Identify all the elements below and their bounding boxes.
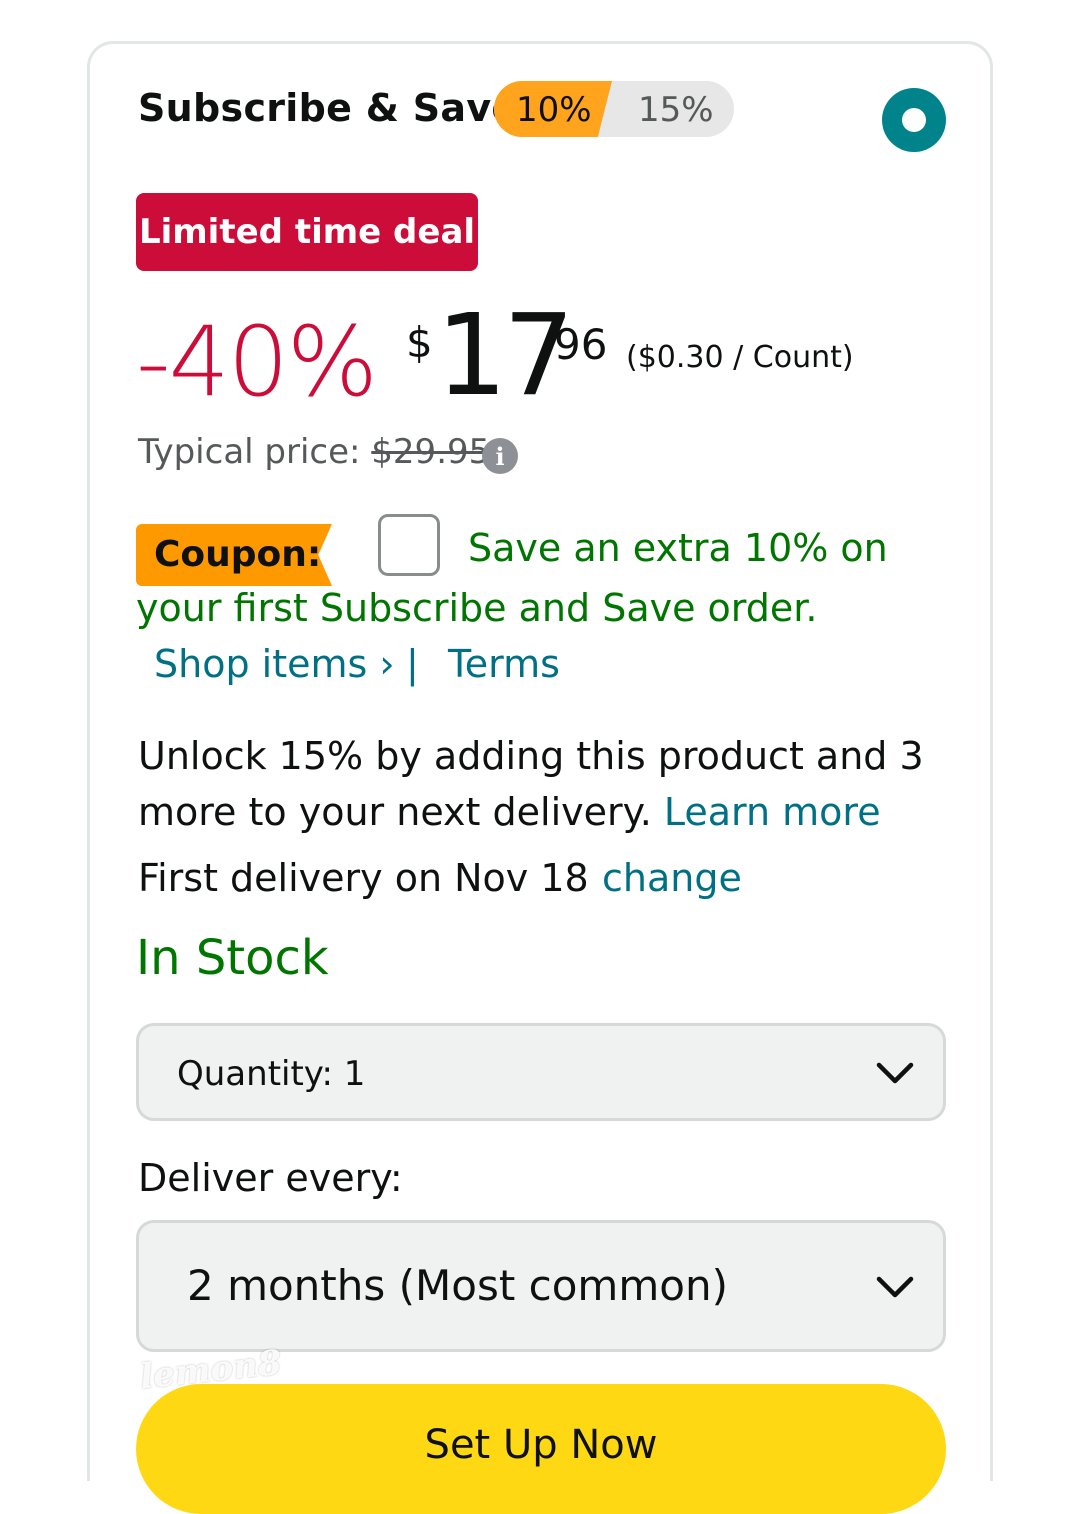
radio-selected-dot (902, 108, 926, 132)
typical-price-label: Typical price: (138, 432, 372, 472)
shop-items-link[interactable]: Shop items › (154, 642, 395, 686)
set-up-now-label: Set Up Now (424, 1422, 658, 1468)
change-delivery-link[interactable]: change (602, 856, 742, 900)
chevron-down-icon (876, 1276, 914, 1298)
learn-more-link[interactable]: Learn more (664, 790, 881, 834)
delivery-frequency-value: 2 months (Most common) (187, 1261, 728, 1310)
tier-10-label: 10% (516, 90, 592, 130)
unlock-text-line1: Unlock 15% by adding this product and 3 (138, 734, 924, 778)
subscribe-save-title: Subscribe & Save: (138, 86, 533, 130)
limited-deal-badge: Limited time deal (136, 193, 478, 271)
tier-15-label: 15% (638, 90, 714, 130)
price-currency-symbol: $ (406, 318, 433, 367)
typical-price: Typical price: $29.95 (138, 432, 490, 472)
delivery-frequency-dropdown[interactable]: 2 months (Most common) (136, 1220, 946, 1352)
discount-percent: -40% (136, 306, 378, 418)
unit-price: ($0.30 / Count) (626, 340, 854, 375)
set-up-now-button[interactable]: Set Up Now (136, 1384, 946, 1514)
quantity-value: Quantity: 1 (177, 1054, 366, 1094)
subscribe-save-card: Subscribe & Save: 10% 15% Limited time d… (87, 41, 993, 1514)
deliver-every-label: Deliver every: (138, 1156, 403, 1200)
info-icon[interactable]: i (482, 438, 518, 474)
coupon-checkbox[interactable] (378, 514, 440, 576)
typical-price-value: $29.95 (371, 432, 491, 472)
unlock-text-line2-body: more to your next delivery. (138, 790, 664, 834)
stock-status: In Stock (136, 930, 329, 986)
first-delivery-text: First delivery on Nov 18 (138, 856, 589, 900)
coupon-label: Coupon: (154, 534, 322, 575)
quantity-dropdown[interactable]: Quantity: 1 (136, 1023, 946, 1121)
subscribe-radio-button[interactable] (882, 88, 946, 152)
link-separator: | (406, 642, 419, 686)
savings-tier-pill: 10% 15% (494, 81, 734, 137)
price-cents: 96 (554, 320, 608, 369)
price-whole: 17 (436, 291, 575, 421)
unlock-text-line2: more to your next delivery. Learn more (138, 790, 881, 834)
coupon-text-line1: Save an extra 10% on (468, 526, 888, 570)
chevron-down-icon (876, 1062, 914, 1084)
coupon-text-line2: your first Subscribe and Save order. (136, 586, 818, 630)
terms-link[interactable]: Terms (448, 642, 560, 686)
